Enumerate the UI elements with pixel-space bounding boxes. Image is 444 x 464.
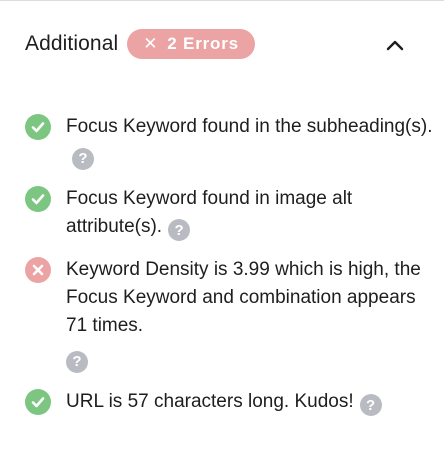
error-count-label: 2 Errors bbox=[167, 34, 239, 53]
section-header[interactable]: Additional ✕ 2 Errors bbox=[25, 29, 255, 59]
check-list: Focus Keyword found in the subheading(s)… bbox=[25, 113, 435, 431]
chevron-up-icon bbox=[386, 40, 404, 51]
error-count-badge: ✕ 2 Errors bbox=[127, 29, 255, 59]
check-item-subheading: Focus Keyword found in the subheading(s)… bbox=[25, 113, 435, 170]
collapse-toggle-button[interactable] bbox=[384, 37, 406, 53]
check-text: URL is 57 characters long. Kudos! bbox=[66, 390, 354, 412]
check-pass-icon bbox=[25, 114, 51, 140]
help-question-icon[interactable]: ? bbox=[72, 147, 94, 170]
check-text: Focus Keyword found in image alt attribu… bbox=[66, 187, 353, 237]
help-container: ? bbox=[66, 344, 435, 373]
check-text: Focus Keyword found in the subheading(s)… bbox=[66, 116, 433, 137]
check-item-keyword-density: Keyword Density is 3.99 which is high, t… bbox=[25, 256, 435, 373]
section-title: Additional bbox=[25, 32, 119, 55]
additional-checks-panel: Additional ✕ 2 Errors Focus Keyword foun… bbox=[0, 0, 444, 464]
help-question-icon[interactable]: ? bbox=[66, 350, 88, 373]
check-item-image-alt: Focus Keyword found in image alt attribu… bbox=[25, 185, 435, 241]
check-fail-icon bbox=[25, 257, 51, 283]
check-pass-icon bbox=[25, 388, 51, 415]
check-item-url-length: URL is 57 characters long. Kudos!? bbox=[25, 388, 435, 416]
check-text: Keyword Density is 3.99 which is high, t… bbox=[66, 259, 421, 336]
close-x-icon: ✕ bbox=[143, 34, 159, 53]
help-question-icon[interactable]: ? bbox=[168, 219, 191, 241]
check-pass-icon bbox=[25, 185, 51, 212]
help-question-icon[interactable]: ? bbox=[359, 394, 382, 416]
